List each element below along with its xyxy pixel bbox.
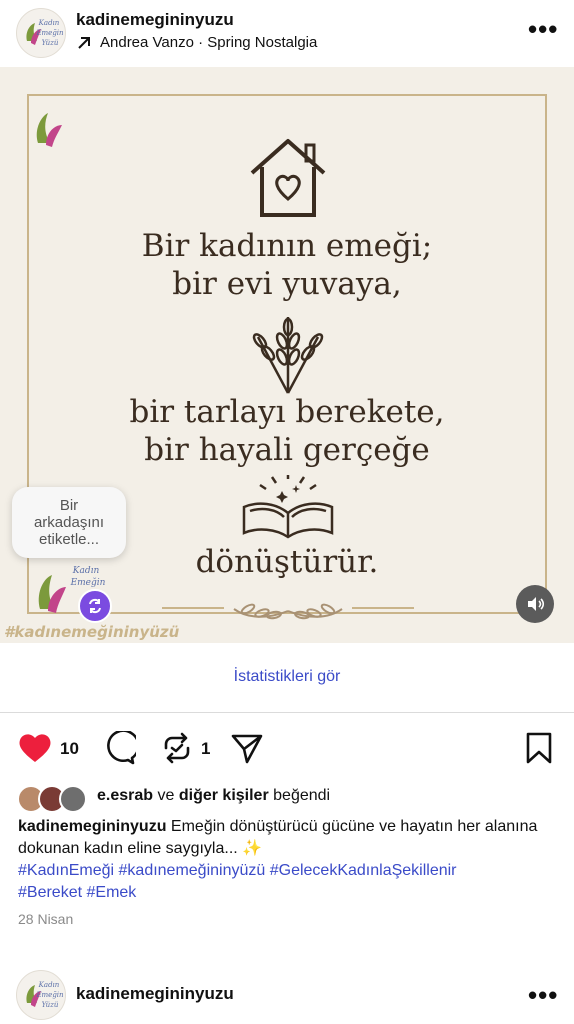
repost-icon [89, 598, 101, 614]
hashtag[interactable]: #GelecekKadınlaŞekillenir [270, 862, 457, 879]
ornament-line-left [162, 607, 224, 609]
house-heart-icon [250, 139, 326, 217]
post-image[interactable]: Bir kadının emeği; bir evi yuvaya, bir t… [0, 67, 574, 643]
save-bookmark-icon[interactable] [526, 732, 552, 764]
reposts-count[interactable]: 1 [201, 739, 210, 759]
view-insights-link[interactable]: İstatistikleri gör [0, 668, 574, 686]
ornament-line-right [352, 607, 414, 609]
liked-by-user[interactable]: e.esrab [97, 787, 153, 804]
quote-line: bir evi yuvaya, [172, 266, 402, 302]
wheat-icon [252, 317, 324, 394]
tooltip-line: etiketle... [38, 531, 100, 548]
svg-text:Emeğin: Emeğin [70, 577, 106, 588]
liked-by-others[interactable]: diğer kişiler [179, 787, 269, 804]
svg-text:Emeğin: Emeğin [35, 29, 63, 37]
quote-block-1: Bir kadının emeği; bir evi yuvaya, [0, 227, 574, 303]
tag-friend-tooltip[interactable]: Bir arkadaşını etiketle... [12, 487, 126, 558]
svg-text:Yüzü: Yüzü [42, 1001, 59, 1009]
open-book-icon [242, 475, 334, 539]
svg-text:Kadın: Kadın [72, 566, 100, 576]
hashtag[interactable]: #kadınemeğininyüzü [119, 862, 266, 879]
svg-text:Kadın: Kadın [38, 981, 60, 989]
post-username[interactable]: kadinemegininyuzu [76, 10, 234, 30]
quote-line: bir tarlayı berekete, [129, 394, 445, 430]
avatar [59, 785, 87, 813]
corner-logo-icon [36, 113, 62, 147]
arrow-up-right-icon [78, 36, 90, 49]
profile-avatar[interactable]: Kadın Emeğin Yüzü [16, 8, 66, 58]
music-label: Andrea Vanzo · Spring Nostalgia [100, 34, 318, 51]
repost-badge[interactable] [78, 589, 112, 623]
overlay-hashtag: #kadınemeğininyüzü [4, 623, 180, 641]
caption-username[interactable]: kadinemegininyuzu [18, 818, 166, 835]
post-date: 28 Nisan [18, 911, 74, 927]
liked-by-connector: ve [157, 787, 175, 804]
likes-count[interactable]: 10 [60, 739, 79, 759]
hashtag[interactable]: #Emek [87, 884, 137, 901]
tooltip-line: arkadaşını [33, 514, 105, 531]
next-post-more-options-icon[interactable]: ••• [528, 982, 558, 1008]
logo-icon: Kadın Emeğin Yüzü [26, 981, 63, 1009]
repost-action-icon[interactable] [160, 732, 194, 764]
laurel-ornament-icon [233, 603, 343, 620]
liked-by-suffix: beğendi [273, 787, 331, 804]
share-send-icon[interactable] [230, 731, 264, 765]
next-post-username[interactable]: kadinemegininyuzu [76, 984, 234, 1004]
svg-text:Emeğin: Emeğin [35, 991, 63, 999]
tooltip-line: Bir [59, 497, 79, 514]
hashtag[interactable]: #KadınEmeği [18, 862, 114, 879]
svg-text:Kadın: Kadın [38, 19, 60, 27]
music-link[interactable]: Andrea Vanzo · Spring Nostalgia [76, 34, 317, 51]
quote-line: bir hayali gerçeğe [144, 432, 430, 468]
liked-by-text: e.esrab ve diğer kişiler beğendi [97, 787, 330, 805]
sound-toggle-button[interactable] [516, 585, 554, 623]
divider [0, 712, 574, 713]
like-heart-icon[interactable] [18, 732, 52, 764]
post-caption: kadinemegininyuzu Emeğin dönüştürücü güc… [18, 816, 563, 904]
quote-line: Bir kadının emeği; [141, 228, 433, 264]
more-options-icon[interactable]: ••• [528, 16, 558, 42]
speaker-icon [528, 597, 545, 611]
liked-by-avatars[interactable] [17, 785, 87, 813]
comment-icon[interactable] [102, 731, 136, 765]
next-post-avatar[interactable]: Kadın Emeğin Yüzü [16, 970, 66, 1020]
logo-icon: Kadın Emeğin Yüzü [26, 19, 63, 47]
hashtag[interactable]: #Bereket [18, 884, 82, 901]
quote-block-2: bir tarlayı berekete, bir hayali gerçeğe [0, 393, 574, 469]
svg-text:Yüzü: Yüzü [42, 39, 59, 47]
